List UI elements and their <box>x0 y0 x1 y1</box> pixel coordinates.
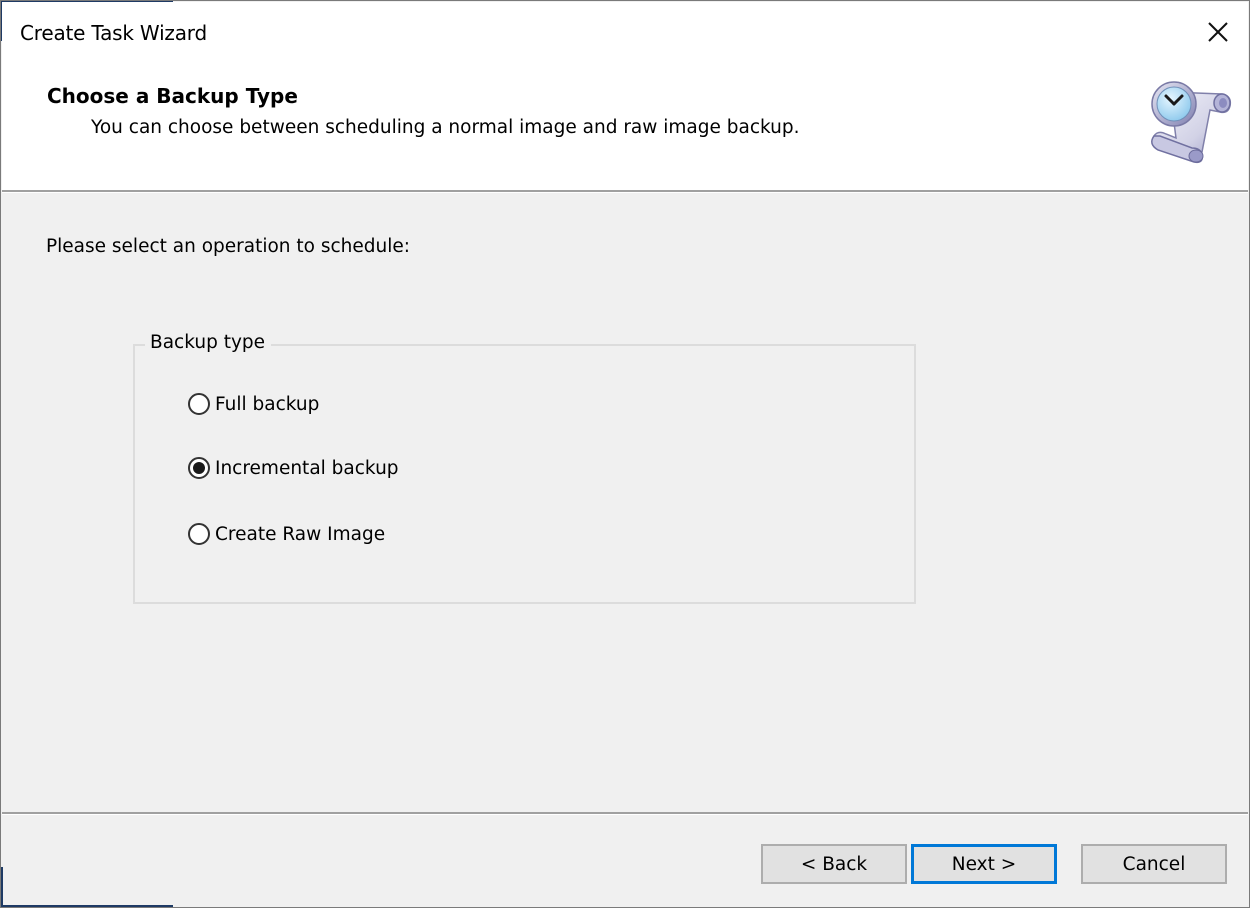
close-button[interactable] <box>1188 2 1248 62</box>
radio-selected-dot <box>193 462 205 474</box>
cancel-button[interactable]: Cancel <box>1081 844 1227 884</box>
footer-separator <box>2 812 1248 815</box>
window-edge-accent <box>1 867 3 907</box>
radio-label: Create Raw Image <box>215 523 386 545</box>
backup-type-groupbox: Backup type Full backup Incremental back… <box>133 332 916 604</box>
close-icon <box>1208 22 1228 42</box>
radio-button-unchecked[interactable] <box>188 393 210 415</box>
page-title: Choose a Backup Type <box>47 84 298 108</box>
radio-incremental-backup[interactable]: Incremental backup <box>188 457 399 479</box>
wizard-header: Choose a Backup Type You can choose betw… <box>2 64 1248 190</box>
scheduled-task-clock-scroll-icon <box>1151 81 1232 164</box>
window-edge-accent <box>1 905 173 907</box>
groupbox-legend: Backup type <box>145 332 272 353</box>
radio-button-checked[interactable] <box>188 457 210 479</box>
wizard-window: Create Task Wizard Choose a Backup Type … <box>0 0 1250 908</box>
radio-label: Full backup <box>215 393 320 415</box>
instruction-label: Please select an operation to schedule: <box>46 236 411 257</box>
radio-label: Incremental backup <box>215 457 399 479</box>
radio-full-backup[interactable]: Full backup <box>188 393 319 415</box>
back-button[interactable]: < Back <box>761 844 907 884</box>
next-button[interactable]: Next > <box>911 844 1057 884</box>
page-subtitle: You can choose between scheduling a norm… <box>91 117 800 138</box>
title-bar[interactable]: Create Task Wizard <box>2 2 1248 64</box>
radio-create-raw-image[interactable]: Create Raw Image <box>188 523 385 545</box>
radio-button-unchecked[interactable] <box>188 523 210 545</box>
window-title: Create Task Wizard <box>20 21 207 45</box>
header-separator <box>2 190 1248 193</box>
